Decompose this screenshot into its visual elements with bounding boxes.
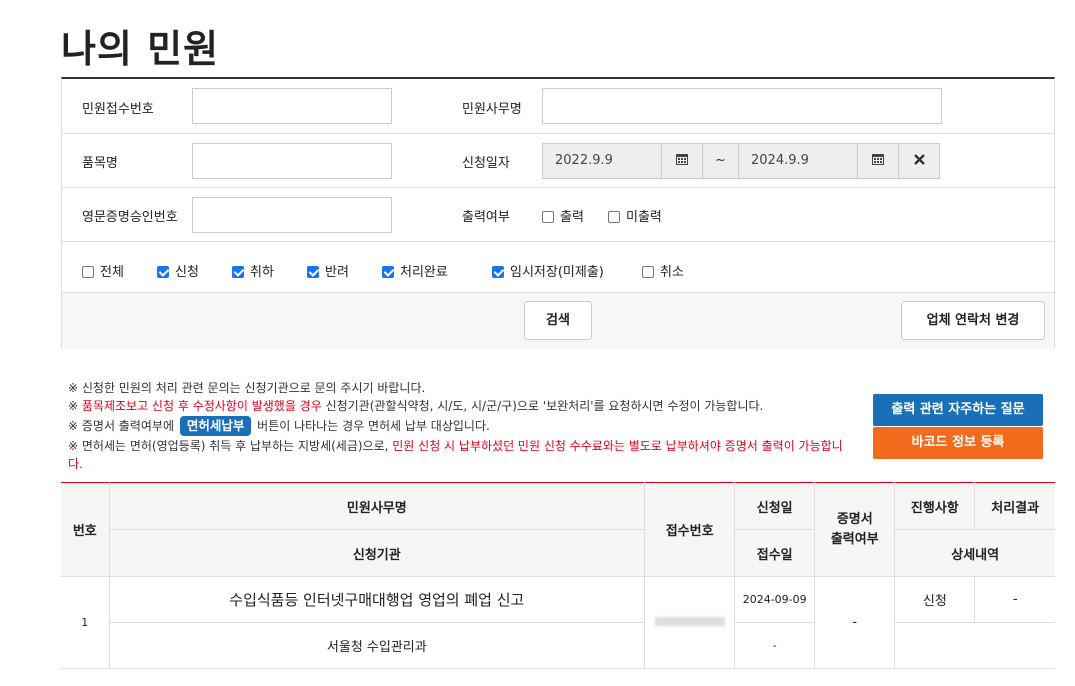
status-all[interactable]: 전체	[82, 261, 124, 280]
search-row-status: 전체 신청 취하 반려 처리완료 임시저장(미제출) 취소	[62, 242, 1054, 293]
status-cancelled[interactable]: 취소	[642, 261, 684, 280]
eng-cert-label: 영문증명승인번호	[82, 210, 178, 225]
row-service-name[interactable]: 수입식품등 인터넷구매대행업 영업의 폐업 신고	[108, 576, 646, 623]
row-detail[interactable]	[894, 622, 1055, 669]
service-name-label: 민원사무명	[462, 102, 522, 117]
notice-1: ※ 신청한 민원의 처리 관련 문의는 신청기관으로 문의 주시기 바랍니다.	[68, 381, 426, 395]
product-input[interactable]	[192, 143, 392, 179]
redacted-receipt-no	[654, 617, 725, 626]
product-label: 품목명	[82, 156, 118, 171]
checkbox[interactable]	[642, 266, 654, 278]
print-faq-button[interactable]: 출력 관련 자주하는 질문	[873, 394, 1043, 426]
calendar-icon	[676, 154, 688, 165]
checkbox[interactable]	[82, 266, 94, 278]
notice-3: ※ 증명서 출력여부에 면허세납부 버튼이 나타나는 경우 면허세 납부 대상입…	[68, 416, 848, 436]
table-row[interactable]: 1 수입식품등 인터넷구매대행업 영업의 폐업 신고 2024-09-09 - …	[61, 576, 1055, 669]
notice-2: ※ 품목제조보고 신청 후 수정사항이 발생했을 경우 신청기관(관할식약청, …	[68, 397, 848, 415]
print-option-not-printed[interactable]: 미출력	[608, 206, 662, 225]
checkbox[interactable]	[492, 266, 504, 278]
table-header-row-2: 신청기관 접수일 상세내역	[61, 529, 1055, 577]
calendar-icon	[872, 154, 884, 165]
checkbox[interactable]	[382, 266, 394, 278]
status-label: 전체	[100, 265, 124, 280]
calendar-from-button[interactable]	[661, 143, 703, 179]
row-progress: 신청	[894, 576, 976, 623]
row-apply-date: 2024-09-09	[734, 576, 816, 623]
col-result: 처리결과	[974, 482, 1055, 530]
col-receipt: 접수번호	[644, 482, 736, 577]
notice-highlight: 품목제조보고 신청 후 수정사항이 발생했을 경우	[81, 399, 322, 413]
license-tax-sample-button: 면허세납부	[179, 416, 252, 436]
receipt-no-input[interactable]	[192, 88, 392, 124]
clear-date-button[interactable]	[898, 143, 940, 179]
notice-text: 버튼이 나타나는 경우 면허세 납부 대상입니다.	[253, 419, 490, 433]
status-label: 취하	[250, 265, 274, 280]
col-receive-date: 접수일	[734, 529, 816, 577]
status-withdrawn[interactable]: 취하	[232, 261, 274, 280]
row-result: -	[974, 576, 1055, 623]
apply-date-label: 신청일자	[462, 156, 510, 171]
status-applied[interactable]: 신청	[157, 261, 199, 280]
col-agency: 신청기관	[109, 529, 646, 577]
change-contact-button[interactable]: 업체 연락처 변경	[901, 301, 1045, 340]
status-completed[interactable]: 처리완료	[382, 261, 448, 280]
print-option-label: 미출력	[626, 210, 662, 225]
notice-list: ※ 신청한 민원의 처리 관련 문의는 신청기관으로 문의 주시기 바랍니다. …	[68, 379, 848, 473]
col-progress: 진행사항	[894, 482, 976, 530]
date-separator: ~	[702, 143, 739, 179]
status-draft[interactable]: 임시저장(미제출)	[492, 261, 604, 280]
checkbox[interactable]	[157, 266, 169, 278]
col-service: 민원사무명	[108, 482, 646, 530]
row-no: 1	[61, 576, 110, 669]
checkbox[interactable]	[232, 266, 244, 278]
col-detail: 상세내역	[894, 529, 1055, 577]
search-row-1: 민원접수번호 민원사무명	[62, 79, 1054, 134]
col-cert: 증명서 출력여부	[814, 482, 896, 577]
eng-cert-input[interactable]	[192, 197, 392, 233]
page-title: 나의 민원	[61, 27, 220, 71]
search-form: 민원접수번호 민원사무명 품목명 신청일자 2022.9.9 ~ 2024.9.…	[61, 77, 1055, 349]
notice-text: 신청기관(관할식약청, 시/도, 시/군/구)으로 '보완처리'를 요청하시면 …	[321, 399, 764, 413]
barcode-register-button[interactable]: 바코드 정보 등록	[873, 427, 1043, 459]
checkbox[interactable]	[542, 211, 554, 223]
status-label: 처리완료	[400, 265, 448, 280]
complaint-table: 번호 민원사무명 접수번호 신청일 증명서 출력여부 진행사항 처리결과 신청기…	[61, 482, 1055, 669]
status-label: 신청	[175, 265, 199, 280]
print-option-printed[interactable]: 출력	[542, 206, 584, 225]
notice-4: ※ 면허세는 면허(영업등록) 취득 후 납부하는 지방세(세금)으로, 민원 …	[68, 437, 848, 473]
notice-prefix: ※	[68, 399, 82, 413]
status-label: 취소	[660, 265, 684, 280]
search-row-2: 품목명 신청일자 2022.9.9 ~ 2024.9.9	[62, 134, 1054, 188]
status-label: 임시저장(미제출)	[510, 265, 604, 280]
calendar-to-button[interactable]	[857, 143, 899, 179]
search-row-3: 영문증명승인번호 출력여부 출력 미출력	[62, 188, 1054, 242]
row-receive-date: -	[734, 622, 816, 669]
date-from-input[interactable]: 2022.9.9	[542, 143, 662, 179]
row-agency: 서울청 수입관리과	[109, 622, 646, 669]
print-option-label: 출력	[560, 210, 584, 225]
close-icon	[913, 154, 925, 165]
table-row-sub: 서울청 수입관리과 -	[61, 622, 1055, 669]
col-no: 번호	[61, 482, 110, 577]
search-actions: 검색 업체 연락처 변경	[62, 293, 1054, 349]
notice-prefix: ※ 증명서 출력여부에	[68, 419, 178, 433]
table-header-row-1: 번호 민원사무명 접수번호 신청일 증명서 출력여부 진행사항 처리결과	[61, 482, 1055, 577]
row-cert: -	[814, 576, 896, 669]
checkbox[interactable]	[307, 266, 319, 278]
service-name-input[interactable]	[542, 88, 942, 124]
search-button[interactable]: 검색	[524, 301, 592, 340]
status-label: 반려	[325, 265, 349, 280]
notice-prefix: ※ 면허세는 면허(영업등록) 취득 후 납부하는 지방세(세금)으로,	[68, 439, 393, 453]
col-apply-date: 신청일	[734, 482, 816, 530]
row-receipt-no	[644, 576, 736, 669]
print-label: 출력여부	[462, 210, 510, 225]
receipt-no-label: 민원접수번호	[82, 102, 154, 117]
checkbox[interactable]	[608, 211, 620, 223]
date-to-input[interactable]: 2024.9.9	[738, 143, 858, 179]
status-rejected[interactable]: 반려	[307, 261, 349, 280]
